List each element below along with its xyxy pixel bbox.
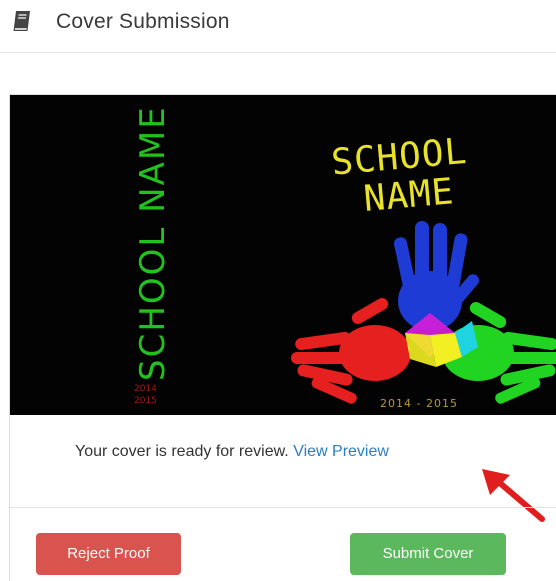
spine-year-end: 2015 [134,396,157,406]
submit-cover-button[interactable]: Submit Cover [350,533,506,575]
cover-image[interactable]: SCHOOL NAME 2014 2015 SCHOOL NAME 2014 -… [10,95,556,415]
front-title-line2: NAME [362,171,456,220]
page-title: Cover Submission [56,10,230,33]
review-message-text: Your cover is ready for review. [75,443,289,460]
spine-text: SCHOOL NAME [133,105,173,381]
front-years: 2014 - 2015 [380,397,458,410]
book-icon [13,11,30,31]
card-divider [10,507,556,508]
review-message: Your cover is ready for review. View Pre… [10,443,556,461]
view-preview-link[interactable]: View Preview [293,443,389,460]
cover-submission-page: Cover Submission SCHOOL NAME 2014 2015 S… [0,0,556,581]
header-divider [0,52,556,53]
cover-card: SCHOOL NAME 2014 2015 SCHOOL NAME 2014 -… [9,94,556,581]
red-arrow-icon [482,469,545,522]
page-header: Cover Submission [0,0,556,53]
reject-proof-button[interactable]: Reject Proof [36,533,181,575]
cover-artwork: SCHOOL NAME 2014 2015 SCHOOL NAME 2014 -… [10,95,556,415]
spine-title: SCHOOL NAME [133,105,173,381]
spine-year-start: 2014 [134,384,157,394]
